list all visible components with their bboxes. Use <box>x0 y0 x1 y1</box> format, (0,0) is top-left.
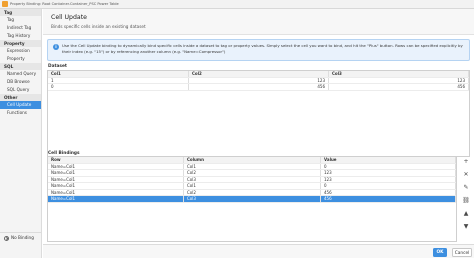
table-cell: Name=Col1 <box>48 183 184 189</box>
table-cell: Name=Col1 <box>48 163 184 169</box>
column-header: Col2 <box>189 71 329 77</box>
link-icon[interactable]: ⛓ <box>461 196 471 206</box>
table-cell: Name=Col1 <box>48 196 184 202</box>
sidebar-item-named-query[interactable]: Named Query <box>0 70 41 78</box>
table-cell: Col1 <box>184 163 321 169</box>
sidebar-item-indirect-tag[interactable]: Indirect Tag <box>0 24 41 32</box>
table-row[interactable]: Name=Col1 Col3 456 <box>48 196 456 203</box>
table-cell: Col3 <box>184 176 321 182</box>
binding-title: Cell Update <box>51 14 87 21</box>
table-cell: 1 <box>48 77 189 83</box>
info-icon: i <box>53 44 59 50</box>
dataset-table[interactable]: Col1 Col2 Col3 1 123 123 0 456 456 <box>47 70 470 157</box>
table-cell: Col3 <box>184 196 321 202</box>
no-binding-icon <box>4 236 9 241</box>
table-cell: 123 <box>329 77 469 83</box>
sidebar-item-functions[interactable]: Functions <box>0 109 41 117</box>
table-cell: 123 <box>321 176 456 182</box>
binding-type-sidebar: Tag Tag Indirect Tag Tag History Property Exp… <box>0 9 42 258</box>
column-header: Col3 <box>329 71 469 77</box>
sidebar-item-property[interactable]: Property <box>0 55 41 63</box>
table-cell: 0 <box>321 163 456 169</box>
dataset-label: Dataset <box>48 64 67 69</box>
table-cell: 456 <box>329 84 469 90</box>
table-cell: 0 <box>321 183 456 189</box>
table-cell: Col2 <box>184 170 321 176</box>
table-cell: 123 <box>321 170 456 176</box>
table-cell: 123 <box>189 77 329 83</box>
delete-icon[interactable]: ✕ <box>461 170 471 180</box>
sidebar-item-expression[interactable]: Expression <box>0 47 41 55</box>
ok-button[interactable]: OK <box>433 248 447 257</box>
bindings-toolbar: + ✕ ✎ ⛓ ▲ ▼ <box>460 157 472 235</box>
cell-bindings-table[interactable]: Row Column Value Name=Col1 Col1 0 Name=Col1 Col… <box>47 156 457 242</box>
table-row[interactable]: 0 456 456 <box>48 84 469 91</box>
table-cell: 456 <box>321 196 456 202</box>
column-header: Value <box>321 157 456 163</box>
no-binding-option[interactable]: No Binding <box>0 232 41 242</box>
sidebar-item-cell-update[interactable]: Cell Update <box>0 101 41 109</box>
column-header: Row <box>48 157 184 163</box>
column-header: Column <box>184 157 321 163</box>
table-cell: 456 <box>321 189 456 195</box>
sidebar-item-tag[interactable]: Tag <box>0 16 41 24</box>
table-cell: Col2 <box>184 189 321 195</box>
sidebar-group-tag: Tag <box>0 9 41 16</box>
table-cell: 0 <box>48 84 189 90</box>
dialog-footer: OK Cancel <box>43 244 474 258</box>
title-bar: Property Binding: Root Container.Contain… <box>0 0 474 9</box>
column-header: Col1 <box>48 71 189 77</box>
sidebar-group-sql: SQL <box>0 63 41 70</box>
sidebar-group-other: Other <box>0 94 41 101</box>
add-icon[interactable]: + <box>461 157 471 167</box>
sidebar-group-property: Property <box>0 40 41 47</box>
binding-header: Cell Update Binds specific cells inside … <box>43 9 474 35</box>
sidebar-item-tag-history[interactable]: Tag History <box>0 32 41 40</box>
no-binding-label: No Binding <box>11 235 34 240</box>
sidebar-item-sql-query[interactable]: SQL Query <box>0 86 41 94</box>
sidebar-item-db-browse[interactable]: DB Browse <box>0 78 41 86</box>
window-title: Property Binding: Root Container.Contain… <box>10 2 119 6</box>
move-up-icon[interactable]: ▲ <box>461 209 471 219</box>
table-cell: Col1 <box>184 183 321 189</box>
main-panel: Cell Update Binds specific cells inside … <box>43 9 474 258</box>
app-icon <box>2 1 8 7</box>
table-cell: 456 <box>189 84 329 90</box>
info-box: i Use the Cell Update binding to dynamic… <box>47 39 470 61</box>
info-text: Use the Cell Update binding to dynamical… <box>62 43 463 54</box>
edit-icon[interactable]: ✎ <box>461 183 471 193</box>
move-down-icon[interactable]: ▼ <box>461 222 471 232</box>
table-cell: Name=Col1 <box>48 176 184 182</box>
table-cell: Name=Col1 <box>48 170 184 176</box>
binding-subtitle: Binds specific cells inside an existing … <box>51 24 146 29</box>
table-cell: Name=Col1 <box>48 189 184 195</box>
cancel-button[interactable]: Cancel <box>452 248 472 257</box>
